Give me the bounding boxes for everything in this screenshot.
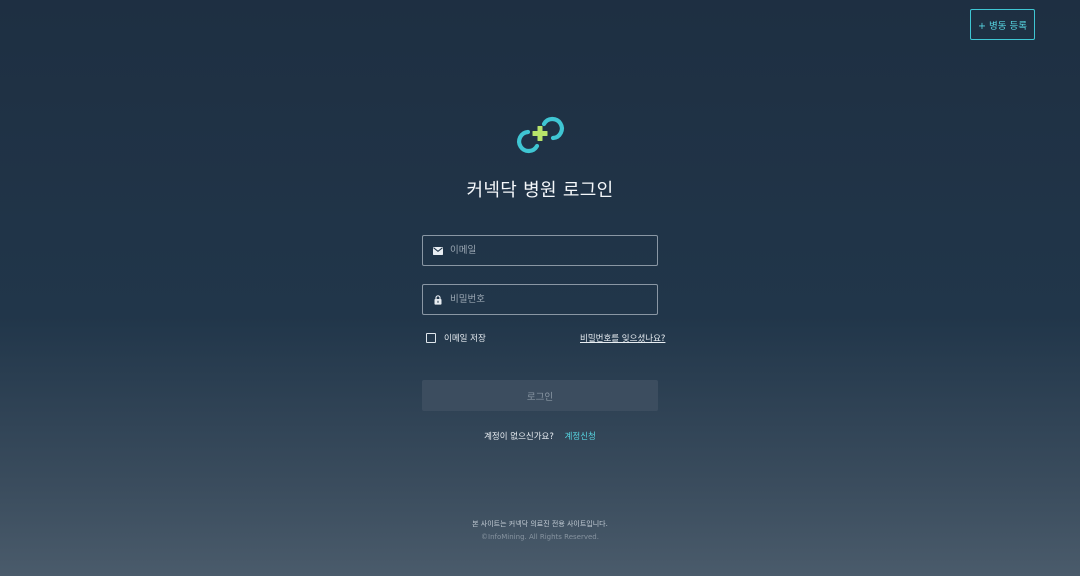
email-input[interactable]	[450, 236, 657, 265]
lock-icon	[423, 294, 450, 305]
footer-notice: 본 사이트는 커넥닥 의료진 전용 사이트입니다.	[472, 520, 608, 528]
password-input[interactable]	[450, 285, 657, 314]
signup-row: 계정이 없으신가요? 계정신청	[0, 430, 1080, 442]
footer-copyright: ©InfoMining. All Rights Reserved.	[481, 533, 599, 541]
register-ward-button[interactable]: + 병동 등록	[970, 9, 1035, 40]
signup-link[interactable]: 계정신청	[565, 432, 596, 442]
remember-email-checkbox[interactable]	[426, 333, 436, 343]
page-title: 커넥닥 병원 로그인	[466, 180, 614, 201]
email-field-container	[422, 235, 658, 266]
remember-email: 이메일 저장	[426, 332, 486, 344]
remember-email-label: 이메일 저장	[444, 334, 486, 344]
login-button[interactable]: 로그인	[422, 380, 658, 411]
forgot-password-link[interactable]: 비밀번호를 잊으셨나요?	[580, 332, 665, 344]
password-field-container	[422, 284, 658, 315]
connectdoc-logo-icon	[517, 116, 564, 154]
mail-icon	[423, 246, 450, 255]
signup-question: 계정이 없으신가요?	[484, 432, 554, 442]
